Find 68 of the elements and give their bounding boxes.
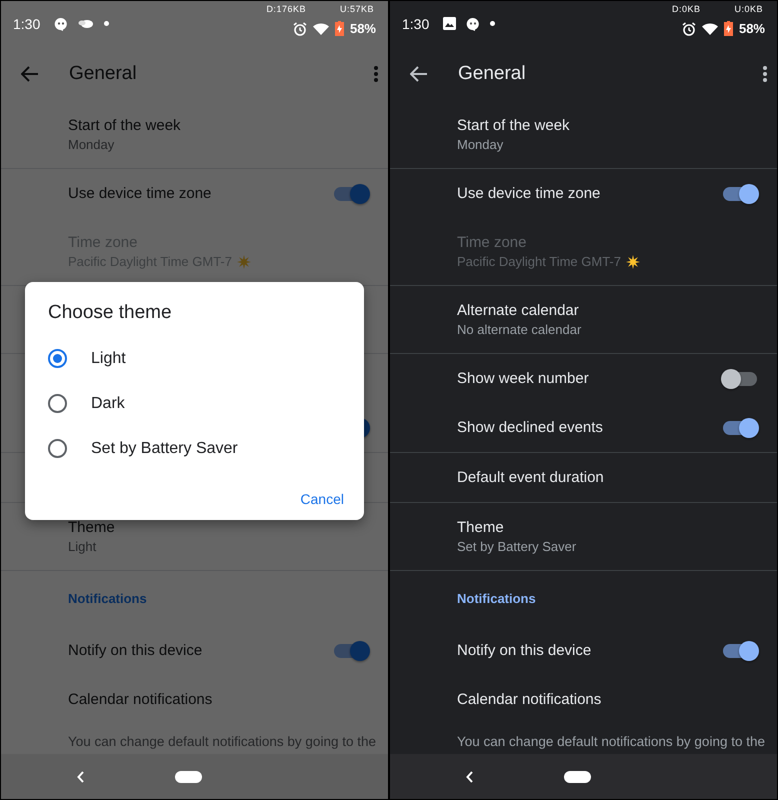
setting-title: Notify on this device (68, 642, 204, 659)
radio-button[interactable] (48, 439, 67, 458)
toggle-switch[interactable] (334, 644, 368, 658)
battery-icon (724, 21, 733, 36)
status-time: 1:30 (13, 16, 40, 32)
cloud-icon (78, 18, 94, 28)
option-label[interactable]: Light (91, 350, 126, 368)
wifi-icon (702, 22, 718, 34)
radio-button[interactable] (48, 394, 67, 413)
setting-value: Set by Battery Saver (457, 539, 576, 554)
toggle-switch[interactable] (723, 420, 757, 434)
wifi-icon (312, 22, 329, 34)
notification-hint: You can change default notifications by going to the (68, 734, 376, 749)
more-options-icon[interactable] (763, 66, 767, 82)
home-button[interactable] (564, 770, 591, 782)
page-title: General (458, 62, 527, 84)
battery-percent: 58% (350, 21, 376, 36)
setting-title: Calendar notifications (68, 691, 214, 708)
setting-title: Calendar notifications (457, 691, 602, 708)
page-title: General (69, 62, 138, 84)
setting-value: Monday (457, 137, 504, 152)
home-button[interactable] (175, 770, 202, 782)
setting-title: Notify on this device (457, 642, 592, 659)
section-header: Notifications (68, 591, 148, 606)
setting-value: Light (68, 539, 96, 554)
download-speed: D:0KB (672, 4, 700, 14)
setting-title: Theme (457, 519, 505, 536)
setting-value: No alternate calendar (457, 322, 582, 337)
upload-speed: U:0KB (734, 4, 763, 14)
option-label[interactable]: Set by Battery Saver (91, 440, 238, 458)
alarm-icon (292, 22, 307, 36)
setting-title: Start of the week (457, 117, 571, 134)
nav-back-icon[interactable] (466, 770, 474, 782)
setting-title: Theme (68, 519, 116, 536)
setting-value: Pacific Daylight Time GMT-7 (457, 254, 621, 269)
section-header: Notifications (457, 591, 537, 606)
dialog-title: Choose theme (48, 302, 173, 324)
sun-icon (237, 254, 251, 268)
battery-percent: 58% (738, 21, 765, 36)
sun-icon (626, 254, 640, 268)
setting-title: Alternate calendar (457, 302, 580, 319)
dot-icon (104, 21, 110, 26)
toggle-switch[interactable] (723, 186, 757, 200)
setting-title: Show week number (457, 370, 590, 387)
setting-title: Default event duration (457, 469, 605, 486)
setting-value: Monday (68, 137, 114, 152)
option-label[interactable]: Dark (91, 394, 125, 412)
setting-title: Show declined events (457, 419, 604, 436)
chat-bubble-icon (466, 16, 480, 30)
cancel-button[interactable]: Cancel (300, 483, 344, 515)
radio-button[interactable] (48, 349, 67, 368)
setting-title: Start of the week (68, 117, 182, 134)
download-speed: D:176KB (266, 4, 306, 14)
toggle-switch[interactable] (723, 372, 757, 386)
status-time: 1:30 (402, 16, 430, 32)
image-icon (443, 17, 456, 30)
chat-bubble-icon (54, 16, 68, 30)
toggle-switch[interactable] (723, 644, 757, 658)
alarm-icon (682, 22, 696, 36)
setting-title: Time zone (457, 234, 528, 251)
setting-title: Use device time zone (457, 185, 602, 202)
battery-icon (334, 21, 344, 36)
setting-title: Use device time zone (68, 185, 212, 202)
toggle-switch[interactable] (334, 186, 368, 200)
nav-back-icon[interactable] (77, 770, 85, 782)
dot-icon (490, 21, 496, 26)
notification-hint: You can change default notifications by going to the (457, 734, 765, 749)
upload-speed: U:57KB (340, 4, 374, 14)
